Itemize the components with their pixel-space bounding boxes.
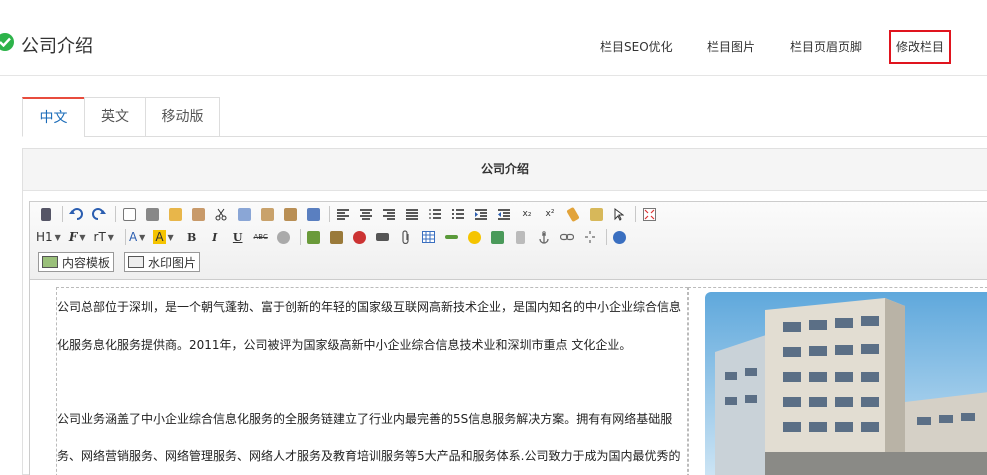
nav-seo-optimization[interactable]: 栏目SEO优化	[600, 30, 673, 64]
fullscreen-icon[interactable]	[639, 205, 659, 223]
chevron-down-icon: ▼	[54, 232, 61, 242]
check-circle-icon	[0, 33, 14, 51]
insert-image-icon[interactable]	[304, 228, 324, 246]
heading-dropdown[interactable]: H1 ▼	[36, 228, 61, 246]
clear-format-icon[interactable]	[563, 205, 583, 223]
toolbar-row-3: 内容模板 水印图片	[38, 252, 210, 272]
preview-icon[interactable]	[119, 205, 139, 223]
language-tabs: 中文 英文 移动版	[22, 97, 987, 137]
page-break-icon[interactable]	[511, 228, 531, 246]
company-building-photo	[705, 292, 987, 475]
content-template-button[interactable]: 内容模板	[38, 252, 115, 272]
watermark-image-button[interactable]: 水印图片	[124, 252, 201, 272]
heading-label: H1	[36, 230, 53, 244]
toolbar-divider	[299, 229, 301, 245]
toolbar-divider	[635, 206, 636, 222]
underline-button[interactable]: U	[228, 228, 248, 246]
redo-icon[interactable]	[89, 205, 109, 223]
outdent-icon[interactable]	[494, 205, 514, 223]
chevron-down-icon: ▼	[167, 232, 174, 242]
panel-title: 公司介绍	[23, 149, 987, 191]
unlink-icon[interactable]	[580, 228, 600, 246]
paragraph-line: 化服务息化服务提供商。2011年，公司被评为国家级高新中小企业综合信息技术业和深…	[57, 338, 632, 352]
chevron-down-icon: ▼	[79, 232, 86, 242]
unordered-list-icon[interactable]	[448, 205, 468, 223]
content-template-label: 内容模板	[62, 255, 111, 270]
emoticon-icon[interactable]	[465, 228, 485, 246]
editor-content-area[interactable]: 公司总部位于深圳，是一个朝气蓬勃、富于创新的年轻的国家级互联网高新技术企业，是国…	[30, 281, 987, 475]
toolbar-divider	[62, 206, 63, 222]
source-code-icon[interactable]	[36, 205, 56, 223]
link-icon[interactable]	[557, 228, 577, 246]
toolbar-divider	[605, 229, 607, 245]
attachment-icon[interactable]	[396, 228, 416, 246]
toolbar-divider	[124, 229, 126, 245]
nav-column-header-footer[interactable]: 栏目页眉页脚	[790, 30, 862, 64]
template-icon[interactable]	[165, 205, 185, 223]
ordered-list-icon[interactable]	[425, 205, 445, 223]
tab-english[interactable]: 英文	[84, 97, 146, 137]
content-panel: 公司介绍 x₂ x² H1 ▼ F ▼ rT ▼ A ▼ A ▼ B I U A…	[22, 148, 987, 475]
subscript-button[interactable]: x₂	[517, 205, 537, 223]
align-right-icon[interactable]	[379, 205, 399, 223]
media-icon[interactable]	[373, 228, 393, 246]
align-left-icon[interactable]	[333, 205, 353, 223]
nav-edit-column[interactable]: 修改栏目	[889, 30, 951, 64]
font-label: F	[68, 230, 78, 244]
horizontal-line-icon[interactable]	[442, 228, 462, 246]
align-justify-icon[interactable]	[402, 205, 422, 223]
nav-column-image[interactable]: 栏目图片	[707, 30, 755, 64]
flash-icon[interactable]	[350, 228, 370, 246]
eraser-icon[interactable]	[274, 228, 294, 246]
watermark-image-label: 水印图片	[148, 255, 197, 270]
highlight-icon: A	[153, 230, 166, 244]
paragraph-line: 公司业务涵盖了中小企业综合信息化服务的全服务链建立了行业内最完善的5S信息服务解…	[57, 412, 673, 426]
template-icon	[42, 256, 58, 268]
help-icon[interactable]	[610, 228, 630, 246]
align-center-icon[interactable]	[356, 205, 376, 223]
insert-picture-icon[interactable]	[488, 228, 508, 246]
italic-button[interactable]: I	[205, 228, 225, 246]
undo-icon[interactable]	[66, 205, 86, 223]
superscript-button[interactable]: x²	[540, 205, 560, 223]
chevron-down-icon: ▼	[139, 232, 146, 242]
select-all-icon[interactable]	[609, 205, 629, 223]
page-header: 公司介绍 栏目SEO优化 栏目图片 栏目页眉页脚 修改栏目	[0, 0, 987, 76]
paragraph-line: 公司总部位于深圳，是一个朝气蓬勃、富于创新的年轻的国家级互联网高新技术企业，是国…	[57, 300, 682, 314]
print-icon[interactable]	[142, 205, 162, 223]
code-icon[interactable]	[188, 205, 208, 223]
insert-multi-image-icon[interactable]	[327, 228, 347, 246]
indent-icon[interactable]	[471, 205, 491, 223]
paste-text-icon[interactable]	[280, 205, 300, 223]
text-block[interactable]: 公司总部位于深圳，是一个朝气蓬勃、富于创新的年轻的国家级互联网高新技术企业，是国…	[56, 287, 688, 475]
toolbar-row-1: x₂ x²	[36, 204, 662, 224]
page-title: 公司介绍	[21, 36, 93, 57]
tab-chinese[interactable]: 中文	[22, 97, 85, 137]
toolbar-row-2: H1 ▼ F ▼ rT ▼ A ▼ A ▼ B I U ABC	[36, 227, 633, 247]
anchor-icon[interactable]	[534, 228, 554, 246]
toolbar-divider	[329, 206, 330, 222]
paste-word-icon[interactable]	[303, 205, 323, 223]
table-icon[interactable]	[419, 228, 439, 246]
toolbar-divider	[115, 206, 116, 222]
image-icon	[128, 256, 145, 268]
copy-icon[interactable]	[234, 205, 254, 223]
editor-toolbar: x₂ x² H1 ▼ F ▼ rT ▼ A ▼ A ▼ B I U ABC 内容…	[30, 202, 987, 280]
font-size-dropdown[interactable]: rT ▼	[94, 228, 114, 246]
highlight-color-dropdown[interactable]: A ▼	[153, 228, 174, 246]
chevron-down-icon: ▼	[107, 232, 114, 242]
rich-text-editor: x₂ x² H1 ▼ F ▼ rT ▼ A ▼ A ▼ B I U ABC 内容…	[29, 201, 987, 475]
font-family-dropdown[interactable]: F ▼	[69, 228, 86, 246]
text-color-dropdown[interactable]: A ▼	[129, 228, 145, 246]
paragraph-line: 务、网络营销服务、网络管理服务、网络人才服务及教育培训服务等5大产品和服务体系.…	[57, 449, 681, 463]
cut-icon[interactable]	[211, 205, 231, 223]
quick-format-icon[interactable]	[586, 205, 606, 223]
paste-icon[interactable]	[257, 205, 277, 223]
bold-button[interactable]: B	[182, 228, 202, 246]
image-block[interactable]	[688, 287, 987, 475]
font-size-label: rT	[93, 230, 106, 244]
tab-mobile[interactable]: 移动版	[145, 97, 220, 137]
strikethrough-button[interactable]: ABC	[251, 228, 271, 246]
